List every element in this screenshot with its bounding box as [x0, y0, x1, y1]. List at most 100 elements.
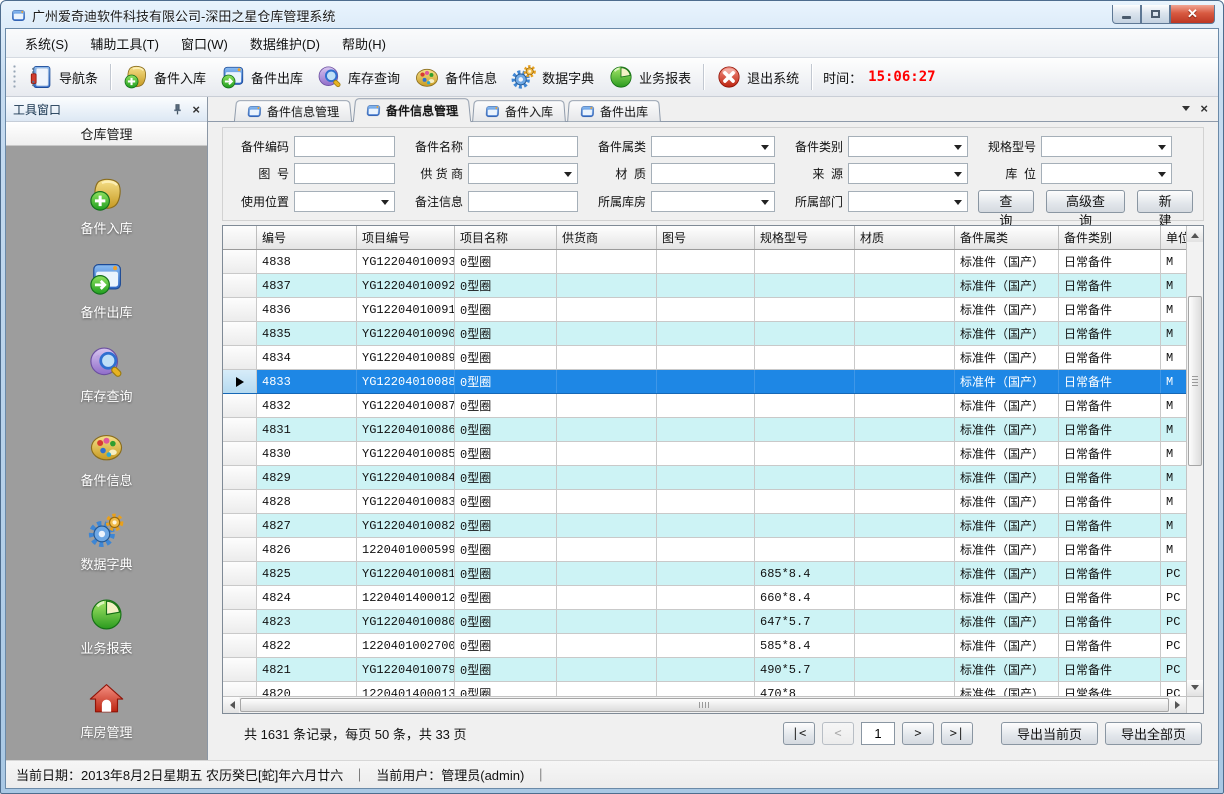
advanced-query-button[interactable]: 高级查询 [1046, 190, 1126, 213]
spare-info-button[interactable]: 备件信息 [407, 61, 504, 93]
column-header-4[interactable]: 图号 [657, 226, 755, 249]
row-selector[interactable] [223, 490, 257, 513]
sidebar-item-spare-info[interactable]: 备件信息 [80, 428, 132, 489]
row-selector[interactable] [223, 562, 257, 585]
new-button[interactable]: 新建 [1137, 190, 1193, 213]
menu-item-2[interactable]: 窗口(W) [170, 29, 239, 58]
report-button[interactable]: 业务报表 [601, 61, 698, 93]
minimize-button[interactable] [1112, 5, 1141, 24]
menu-item-4[interactable]: 帮助(H) [331, 29, 397, 58]
sidebar-item-stock-query[interactable]: 库存查询 [80, 344, 132, 405]
table-row[interactable]: 4825YG122040100810型圈685*8.4标准件（国产）日常备件PC [223, 562, 1186, 586]
sidebar-item-spare-in[interactable]: 备件入库 [80, 176, 132, 237]
table-row[interactable]: 4831YG122040100860型圈标准件（国产）日常备件M [223, 418, 1186, 442]
row-selector[interactable] [223, 658, 257, 681]
table-row[interactable]: 4827YG122040100820型圈标准件（国产）日常备件M [223, 514, 1186, 538]
column-header-9[interactable]: 单位 [1161, 226, 1186, 249]
scroll-up-button[interactable] [1187, 226, 1203, 242]
search-select-1-1[interactable] [468, 163, 578, 184]
column-header-2[interactable]: 项目名称 [455, 226, 557, 249]
tab-close-icon[interactable]: × [1200, 102, 1208, 115]
search-input-0-1[interactable] [468, 136, 578, 157]
row-selector[interactable] [223, 250, 257, 273]
table-row[interactable]: 482612204010005990型圈标准件（国产）日常备件M [223, 538, 1186, 562]
sidebar-item-data-dict[interactable]: 数据字典 [80, 512, 132, 573]
search-select-1-3[interactable] [848, 163, 968, 184]
row-selector[interactable] [223, 634, 257, 657]
toolbar-grip[interactable] [12, 64, 17, 90]
scroll-down-button[interactable] [1187, 680, 1203, 696]
search-select-0-2[interactable] [651, 136, 775, 157]
column-header-6[interactable]: 材质 [855, 226, 955, 249]
horizontal-scrollbar[interactable] [223, 696, 1186, 713]
sidebar-item-report[interactable]: 业务报表 [80, 596, 132, 657]
exit-system-button[interactable]: 退出系统 [709, 61, 806, 93]
menu-item-3[interactable]: 数据维护(D) [239, 29, 331, 58]
row-selector[interactable] [223, 370, 257, 393]
tab-list-dropdown-icon[interactable] [1182, 106, 1190, 115]
table-row[interactable]: 482012204014000130型圈470*8标准件（国产）日常备件PC [223, 682, 1186, 696]
prev-page-button[interactable]: < [822, 722, 854, 745]
row-selector[interactable] [223, 274, 257, 297]
menu-item-1[interactable]: 辅助工具(T) [79, 29, 170, 58]
table-row[interactable]: 482412204014000120型圈660*8.4标准件（国产）日常备件PC [223, 586, 1186, 610]
export-current-page-button[interactable]: 导出当前页 [1001, 722, 1098, 745]
table-row[interactable]: 4834YG122040100890型圈标准件（国产）日常备件M [223, 346, 1186, 370]
column-header-8[interactable]: 备件类别 [1059, 226, 1161, 249]
row-selector[interactable] [223, 682, 257, 696]
search-input-0-0[interactable] [294, 136, 395, 157]
search-select-2-3[interactable] [848, 191, 968, 212]
column-header-0[interactable]: 编号 [257, 226, 357, 249]
search-input-2-1[interactable] [468, 191, 578, 212]
scroll-left-button[interactable] [223, 697, 239, 713]
table-row[interactable]: 4830YG122040100850型圈标准件（国产）日常备件M [223, 442, 1186, 466]
row-selector[interactable] [223, 442, 257, 465]
next-page-button[interactable]: > [902, 722, 934, 745]
stock-query-button[interactable]: 库存查询 [310, 61, 407, 93]
tab-1[interactable]: 备件信息管理 [353, 98, 471, 122]
spare-out-button[interactable]: 备件出库 [213, 61, 310, 93]
maximize-button[interactable] [1141, 5, 1170, 24]
table-row[interactable]: 4836YG122040100910型圈标准件（国产）日常备件M [223, 298, 1186, 322]
export-all-pages-button[interactable]: 导出全部页 [1105, 722, 1202, 745]
row-selector[interactable] [223, 610, 257, 633]
sidebar-close-icon[interactable]: × [192, 103, 200, 116]
table-row[interactable]: 4821YG122040100790型圈490*5.7标准件（国产）日常备件PC [223, 658, 1186, 682]
tab-2[interactable]: 备件入库 [472, 100, 566, 121]
vertical-scrollbar[interactable] [1186, 226, 1203, 696]
table-row[interactable]: 4835YG122040100900型圈标准件（国产）日常备件M [223, 322, 1186, 346]
table-row[interactable]: 4833YG122040100880型圈标准件（国产）日常备件M [223, 370, 1186, 394]
search-select-1-4[interactable] [1041, 163, 1172, 184]
table-row[interactable]: 4832YG122040100870型圈标准件（国产）日常备件M [223, 394, 1186, 418]
table-row[interactable]: 4823YG122040100800型圈647*5.7标准件（国产）日常备件PC [223, 610, 1186, 634]
scroll-right-button[interactable] [1170, 697, 1186, 713]
table-row[interactable]: 482212204010027000型圈585*8.4标准件（国产）日常备件PC [223, 634, 1186, 658]
nav-bar-button[interactable]: 导航条 [21, 61, 105, 93]
search-select-0-4[interactable] [1041, 136, 1172, 157]
sidebar-group-header[interactable]: 仓库管理 [6, 122, 207, 146]
search-input-1-2[interactable] [651, 163, 775, 184]
row-selector[interactable] [223, 322, 257, 345]
row-selector[interactable] [223, 466, 257, 489]
row-selector[interactable] [223, 418, 257, 441]
search-input-1-0[interactable] [294, 163, 395, 184]
row-selector[interactable] [223, 538, 257, 561]
sidebar-item-warehouse[interactable]: 库房管理 [80, 680, 132, 741]
horizontal-scroll-thumb[interactable] [240, 698, 1169, 712]
tab-0[interactable]: 备件信息管理 [234, 100, 352, 121]
table-row[interactable]: 4837YG122040100920型圈标准件（国产）日常备件M [223, 274, 1186, 298]
row-selector[interactable] [223, 346, 257, 369]
table-row[interactable]: 4829YG122040100840型圈标准件（国产）日常备件M [223, 466, 1186, 490]
row-selector[interactable] [223, 394, 257, 417]
row-selector[interactable] [223, 586, 257, 609]
column-header-1[interactable]: 项目编号 [357, 226, 455, 249]
column-header-7[interactable]: 备件属类 [955, 226, 1059, 249]
tab-3[interactable]: 备件出库 [567, 100, 661, 121]
search-select-0-3[interactable] [848, 136, 968, 157]
menu-item-0[interactable]: 系统(S) [14, 29, 79, 58]
spare-in-button[interactable]: 备件入库 [116, 61, 213, 93]
sidebar-item-spare-out[interactable]: 备件出库 [80, 260, 132, 321]
search-select-2-0[interactable] [294, 191, 395, 212]
row-selector[interactable] [223, 298, 257, 321]
page-number-input[interactable] [861, 722, 895, 745]
